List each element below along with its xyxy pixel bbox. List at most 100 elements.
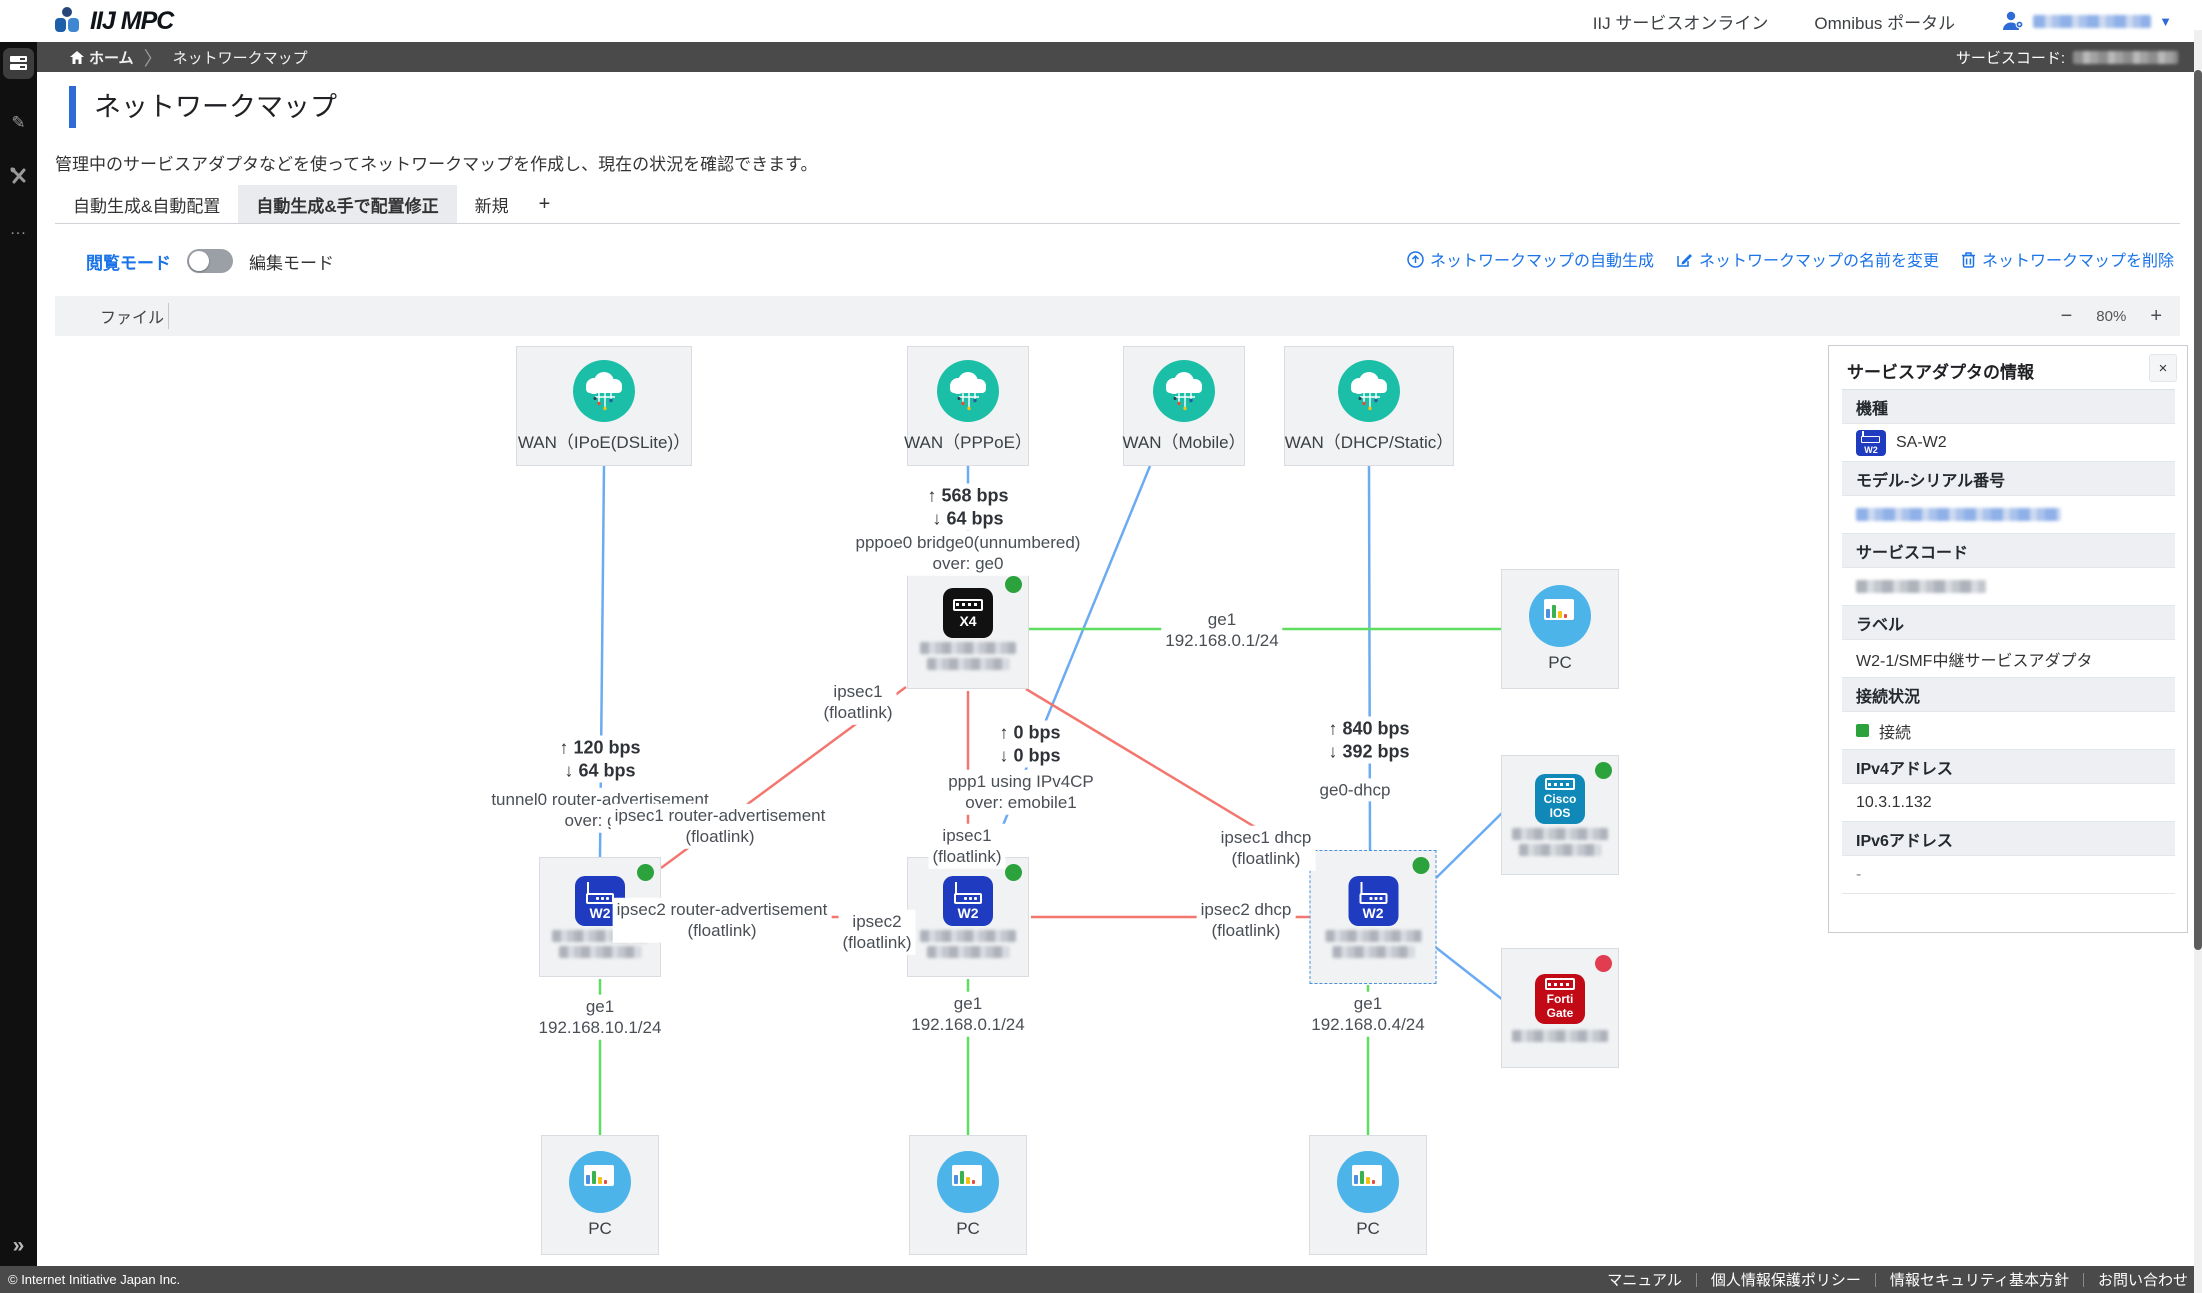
edge-label-mobile-bps: ↑ 0 bps↓ 0 bps [995,721,1064,768]
mode-toggle[interactable] [187,249,233,273]
tools-icon [10,167,28,185]
service-code-label: サービスコード: [1956,47,2065,68]
mode-row: 閲覧モード 編集モード [86,245,334,277]
node-label: PC [956,1219,980,1239]
footer-link-security[interactable]: 情報セキュリティ基本方針 [1890,1269,2069,1290]
service-adapter-info-panel: サービスアダプタの情報 × 機種 W2 SA-W2 モデル-シリアル番号 サービ… [1828,345,2188,933]
row-header-serial: モデル-シリアル番号 [1842,462,2175,496]
scrollbar-track[interactable] [2194,30,2202,1293]
node-router-w2-2[interactable]: W2 [907,857,1029,977]
edge-label-dslite-bps: ↑ 120 bps↓ 64 bps [555,736,644,783]
footer-links: マニュアル 個人情報保護ポリシー 情報セキュリティ基本方針 お問い合わせ [1607,1266,2188,1293]
edge-label-pppoe-interface: pppoe0 bridge0(unnumbered)over: ge0 [852,531,1085,576]
wan-cloud-icon [1153,360,1215,422]
zoom-in-button[interactable]: + [2150,305,2162,328]
breadcrumb-bar: ホーム 〉 ネットワークマップ サービスコード: [0,42,2202,72]
edge-label-ipsec1-w2-2: ipsec1(floatlink) [929,824,1006,869]
row-header-model: 機種 [1842,390,2175,424]
edge-label-pppoe-bps: ↑ 568 bps↓ 64 bps [923,484,1012,531]
node-pc-2[interactable]: PC [909,1135,1027,1255]
node-wan-dslite[interactable]: WAN（IPoE(DSLite)） [516,346,692,466]
iij-logo-icon [54,6,82,36]
redacted-node-code [1519,844,1601,856]
sidebar-item-edit[interactable]: ✎ [0,113,37,133]
redacted-node-name [1325,930,1421,942]
rack-icon [10,56,27,71]
redacted-service-code [2073,51,2178,64]
sidebar-item-tools[interactable] [0,167,37,185]
node-label: PC [1356,1219,1380,1239]
delete-map-link[interactable]: ネットワークマップを削除 [1961,247,2174,271]
tab-new[interactable]: 新規 [457,185,527,223]
footer-link-manual[interactable]: マニュアル [1607,1269,1682,1290]
logo-text: IIJ MPC [90,7,173,36]
pencil-icon: ✎ [11,113,25,133]
left-sidebar: ✎ ... » [0,42,37,1266]
file-menu-button[interactable]: ファイル [100,296,164,336]
link-omnibus-portal[interactable]: Omnibus ポータル [1814,9,1955,34]
tab-add-button[interactable]: + [527,185,563,223]
node-router-x4[interactable]: X4 [907,569,1029,689]
sidebar-item-network-map[interactable] [0,42,37,79]
sidebar-collapse-button[interactable]: » [0,1234,37,1258]
node-pc-1[interactable]: PC [541,1135,659,1255]
node-wan-pppoe[interactable]: WAN（PPPoE） [907,346,1029,466]
node-cisco-ios[interactable]: CiscoIOS [1501,755,1619,875]
redacted-node-name [920,642,1016,654]
fortigate-icon: FortiGate [1535,974,1585,1024]
rename-map-link[interactable]: ネットワークマップの名前を変更 [1676,247,1939,271]
breadcrumb-home[interactable]: ホーム [70,47,134,68]
status-dot-error [1595,955,1612,972]
edge-w2-3-cisco [1434,812,1503,880]
edge-label-w2-2-lan: ge1192.168.0.1/24 [907,992,1028,1037]
pc-icon [1337,1151,1399,1213]
footer-link-contact[interactable]: お問い合わせ [2098,1269,2188,1290]
scrollbar-thumb[interactable] [2194,70,2202,950]
breadcrumb: ホーム 〉 ネットワークマップ [70,42,308,72]
row-value-serial [1842,496,2175,534]
link-service-online[interactable]: IIJ サービスオンライン [1593,9,1769,34]
ellipsis-icon: ... [10,221,26,239]
close-icon[interactable]: × [2149,354,2177,382]
panel-title: サービスアダプタの情報 [1847,358,2034,383]
node-pc-3[interactable]: PC [1309,1135,1427,1255]
map-actions: ネットワークマップの自動生成 ネットワークマップの名前を変更 ネットワークマップ… [1407,247,2174,271]
generate-icon [1407,251,1424,268]
w2-router-icon: W2 [943,876,993,926]
iij-mpc-logo[interactable]: IIJ MPC [54,6,173,36]
header-links: IIJ サービスオンライン Omnibus ポータル ▼ [1593,0,2172,42]
row-header-service-code: サービスコード [1842,534,2175,568]
node-router-w2-3-selected[interactable]: W2 [1310,850,1437,984]
tab-auto-generate-manual-fix[interactable]: 自動生成&手で配置修正 [238,185,456,223]
edge-label-ipsec1-x4: ipsec1(floatlink) [820,680,897,725]
redacted-username [2033,15,2151,28]
zoom-out-button[interactable]: − [2061,305,2073,328]
node-pc-top[interactable]: PC [1501,569,1619,689]
tab-auto-generate-auto-place[interactable]: 自動生成&自動配置 [55,185,238,223]
node-fortigate[interactable]: FortiGate [1501,948,1619,1068]
wan-cloud-icon [937,360,999,422]
edge-label-ipsec1-router-advertisement: ipsec1 router-advertisement(floatlink) [611,804,830,849]
node-wan-mobile[interactable]: WAN（Mobile） [1123,346,1245,466]
node-label: WAN（PPPoE） [904,428,1032,453]
auto-generate-map-link[interactable]: ネットワークマップの自動生成 [1407,247,1654,271]
user-menu[interactable]: ▼ [2001,9,2172,33]
footer: © Internet Initiative Japan Inc. マニュアル 個… [0,1266,2202,1293]
connected-status-icon [1856,724,1869,737]
node-label: WAN（IPoE(DSLite)） [518,428,690,453]
row-value-ipv4: 10.3.1.132 [1842,784,2175,822]
map-toolbar: ファイル − 80% + [55,296,2180,337]
home-icon [70,51,84,64]
edge-label-ipsec2: ipsec2(floatlink) [839,910,916,955]
node-wan-dhcp-static[interactable]: WAN（DHCP/Static） [1284,346,1454,466]
redacted-node-code [927,946,1009,958]
redacted-node-code [1332,946,1414,958]
footer-link-privacy[interactable]: 個人情報保護ポリシー [1711,1269,1861,1290]
edge-label-dhcp-bps: ↑ 840 bps↓ 392 bps [1324,717,1413,764]
view-mode-label: 閲覧モード [86,249,171,274]
edit-icon [1676,251,1693,268]
row-header-connection: 接続状況 [1842,678,2175,712]
status-dot-connected [1413,857,1430,874]
wan-cloud-icon [573,360,635,422]
sidebar-item-more[interactable]: ... [0,221,37,239]
